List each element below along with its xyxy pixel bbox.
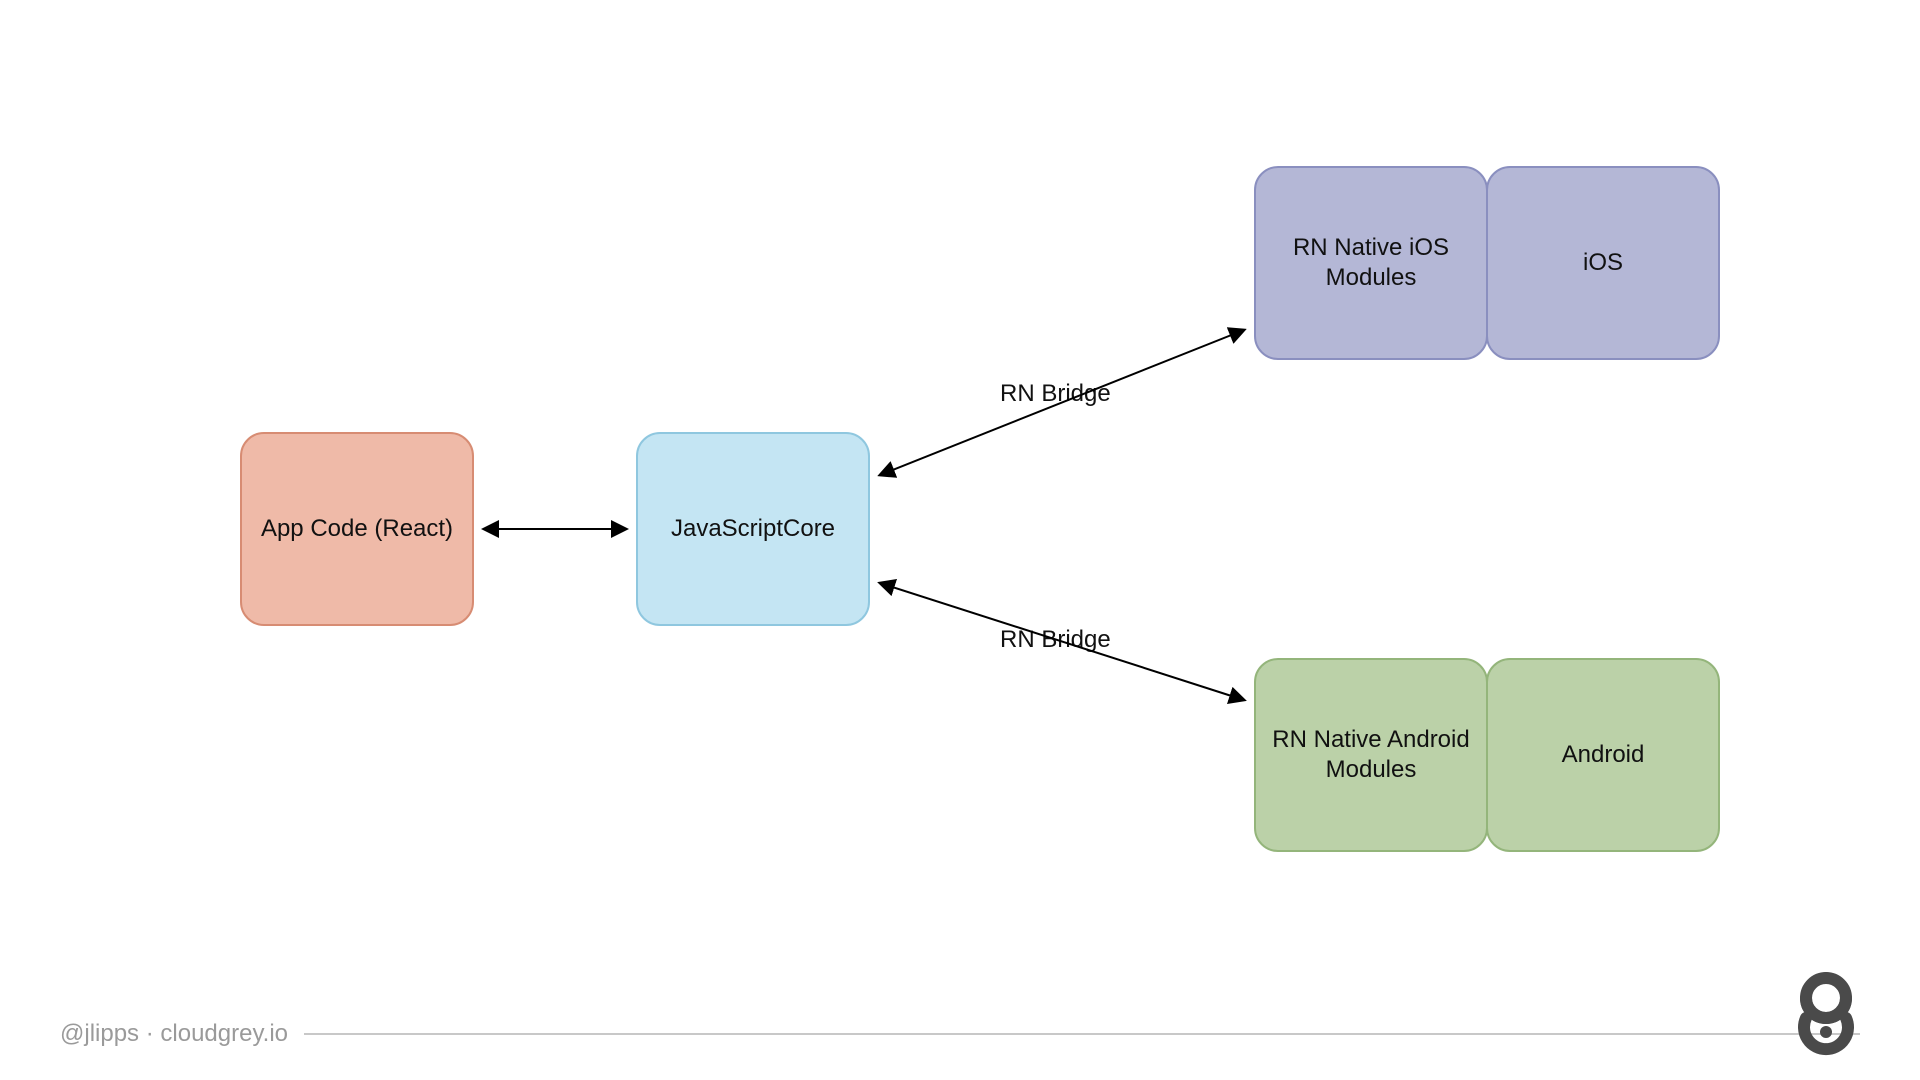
node-app-code: App Code (React) <box>240 432 474 626</box>
node-rn-android-modules: RN Native AndroidModules <box>1254 658 1488 852</box>
node-ios-label: iOS <box>1583 248 1623 278</box>
footer: @jlipps · cloudgrey.io <box>60 1020 1860 1048</box>
node-rn-android-modules-label: RN Native AndroidModules <box>1272 725 1469 785</box>
node-jscore: JavaScriptCore <box>636 432 870 626</box>
node-ios: iOS <box>1486 166 1720 360</box>
logo-cloudgrey-icon <box>1776 960 1876 1060</box>
node-jscore-label: JavaScriptCore <box>671 514 835 544</box>
node-app-code-label: App Code (React) <box>261 514 453 544</box>
node-android: Android <box>1486 658 1720 852</box>
footer-divider <box>304 1033 1860 1035</box>
edge-label-bridge-top: RN Bridge <box>1000 380 1111 408</box>
node-android-label: Android <box>1562 740 1645 770</box>
diagram-stage: App Code (React) JavaScriptCore RN Nativ… <box>0 0 1920 1080</box>
node-rn-ios-modules-label: RN Native iOSModules <box>1293 233 1449 293</box>
edge-label-bridge-bottom: RN Bridge <box>1000 626 1111 654</box>
node-rn-ios-modules: RN Native iOSModules <box>1254 166 1488 360</box>
footer-text: @jlipps · cloudgrey.io <box>60 1020 304 1048</box>
